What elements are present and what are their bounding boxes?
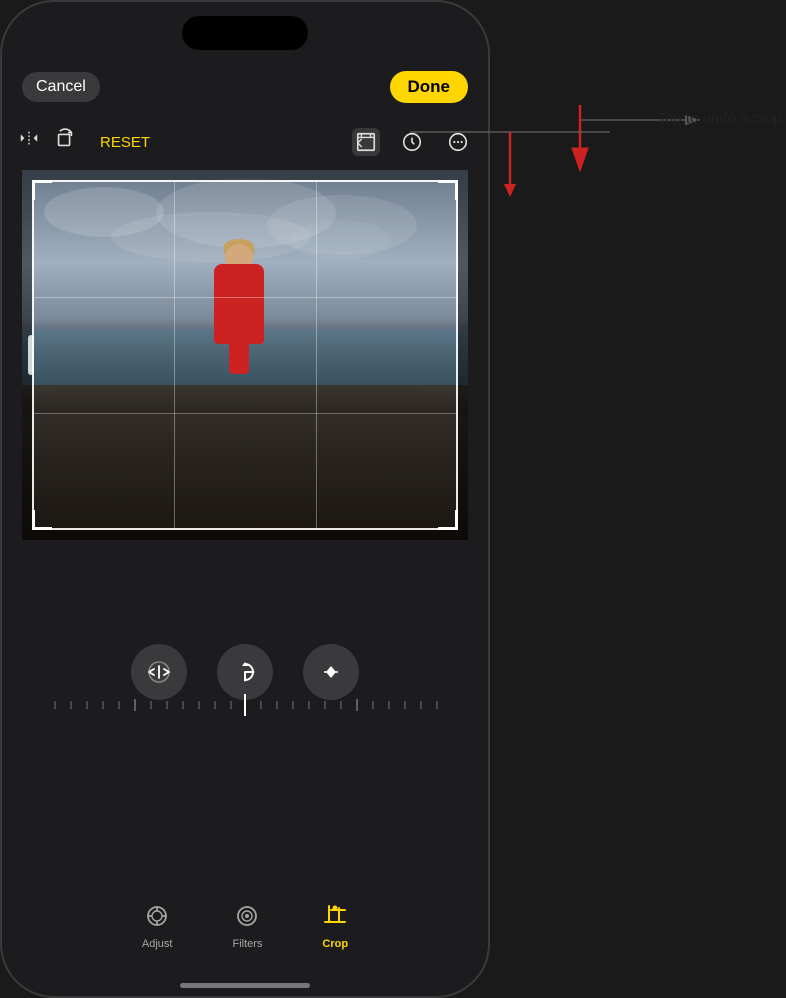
- adjust-svg: [145, 904, 169, 928]
- rock-edge: [22, 385, 468, 415]
- markup-icon[interactable]: [398, 128, 426, 156]
- tab-adjust[interactable]: Adjust: [142, 904, 173, 950]
- slider-center-marker: [244, 694, 246, 716]
- done-button[interactable]: Done: [390, 71, 469, 103]
- filters-svg: [235, 904, 259, 928]
- filters-icon: [235, 904, 259, 934]
- adjust-icon: [145, 904, 169, 934]
- top-bar: Cancel Done: [2, 62, 488, 112]
- vertical-flip-svg: [318, 659, 344, 685]
- home-indicator: [180, 983, 310, 988]
- tab-filters[interactable]: Filters: [232, 904, 262, 950]
- markup-svg: [401, 131, 423, 153]
- rocks-layer: [22, 385, 468, 540]
- toolbar-right: [352, 128, 472, 156]
- rotate-cw-svg: [232, 659, 258, 685]
- reset-button[interactable]: RESET: [100, 134, 150, 151]
- rotation-area: [2, 550, 488, 730]
- phone-frame: Cancel Done RESET: [0, 0, 490, 998]
- crop-svg: [323, 904, 347, 928]
- crop-icon: [323, 904, 347, 934]
- figure-body: [214, 264, 264, 344]
- horizontal-flip-svg: [146, 659, 172, 685]
- cloud-5: [290, 220, 390, 260]
- cancel-button[interactable]: Cancel: [22, 72, 100, 102]
- bottom-tabs: Adjust Filters C: [2, 892, 488, 962]
- annotation-area: Tap to undo a crop.: [490, 100, 786, 260]
- rotate-icon[interactable]: [54, 128, 76, 156]
- tab-crop[interactable]: Crop: [322, 904, 348, 950]
- crop-revert-svg: [355, 131, 377, 153]
- rotate-svg: [54, 128, 76, 150]
- flip-icon[interactable]: [18, 128, 40, 156]
- photo-edit-area[interactable]: [22, 170, 468, 540]
- slider-track: [35, 695, 455, 715]
- tab-filters-label: Filters: [232, 938, 262, 950]
- figure-legs: [229, 344, 249, 374]
- tab-adjust-label: Adjust: [142, 938, 173, 950]
- person-figure: [209, 244, 269, 374]
- more-icon[interactable]: [444, 128, 472, 156]
- dynamic-island: [182, 16, 308, 50]
- toolbar-left: RESET: [18, 128, 150, 156]
- flip-horizontal-svg: [18, 128, 40, 150]
- revert-crop-icon[interactable]: [352, 128, 380, 156]
- tab-crop-label: Crop: [322, 938, 348, 950]
- photo-background: [22, 170, 468, 540]
- more-svg: [447, 131, 469, 153]
- rotation-slider[interactable]: [2, 690, 488, 720]
- toolbar: RESET: [2, 120, 488, 164]
